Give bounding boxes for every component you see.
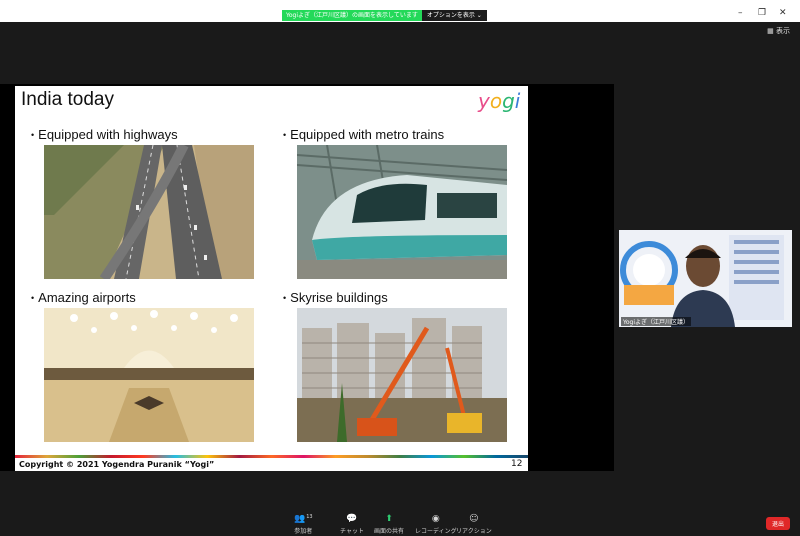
metro-train-photo (297, 145, 507, 279)
participants-icon: 👥13 (294, 514, 313, 524)
airport-photo (44, 308, 254, 442)
chat-button[interactable]: 💬 チャット (340, 514, 364, 535)
record-icon: ◉ (431, 514, 440, 524)
chat-icon: 💬 (346, 514, 358, 524)
share-banner-message: Yogiよぎ（江戸川区議）の画面を表示しています (282, 10, 422, 21)
speaker-image (619, 230, 792, 327)
bullet-airports: Amazing airports (31, 290, 136, 305)
bullet-metro: Equipped with metro trains (283, 127, 444, 142)
skyrise-buildings-photo (297, 308, 507, 442)
highway-photo (44, 145, 254, 279)
presentation-slide: India today yogi Equipped with highways … (15, 86, 528, 471)
participant-name: Yogiよぎ（江戸川区議） (621, 317, 692, 326)
share-screen-button[interactable]: ⬆ 画面の共有 (374, 514, 404, 535)
slide-copyright: Copyright © 2021 Yogendra Puranik “Yogi” (19, 460, 215, 469)
participants-button[interactable]: 👥13 参加者 (294, 514, 313, 535)
slide-title: India today (21, 89, 114, 110)
bullet-skyrise: Skyrise buildings (283, 290, 388, 305)
yogi-logo: yogi (478, 89, 521, 113)
reactions-button[interactable]: ☺ リアクション (456, 514, 492, 535)
bullet-highways: Equipped with highways (31, 127, 177, 142)
meeting-toolbar: 👥13 参加者 💬 チャット ⬆ 画面の共有 ◉ レコーディング ☺ リアクショ… (0, 508, 800, 536)
close-icon[interactable]: ✕ (779, 8, 787, 18)
leave-meeting-button[interactable]: 退出 (765, 517, 790, 530)
share-screen-icon: ⬆ (385, 514, 393, 524)
view-button[interactable]: ▦ 表示 (767, 26, 790, 36)
view-options-button[interactable]: オプションを表示 ⌄ (421, 10, 487, 21)
reaction-icon: ☺ (469, 514, 479, 524)
slide-page-number: 12 (511, 459, 523, 469)
window-titlebar: Yogiよぎ（江戸川区議）の画面を表示しています オプションを表示 ⌄ – ❐ … (0, 0, 800, 22)
restore-icon[interactable]: ❐ (758, 8, 766, 18)
minimize-icon[interactable]: – (738, 8, 743, 18)
screen-share-banner: Yogiよぎ（江戸川区議）の画面を表示しています オプションを表示 ⌄ (282, 10, 487, 21)
participant-video[interactable]: Yogiよぎ（江戸川区議） (619, 230, 792, 327)
sdg-color-bar (15, 455, 528, 458)
record-button[interactable]: ◉ レコーディング (415, 514, 457, 535)
